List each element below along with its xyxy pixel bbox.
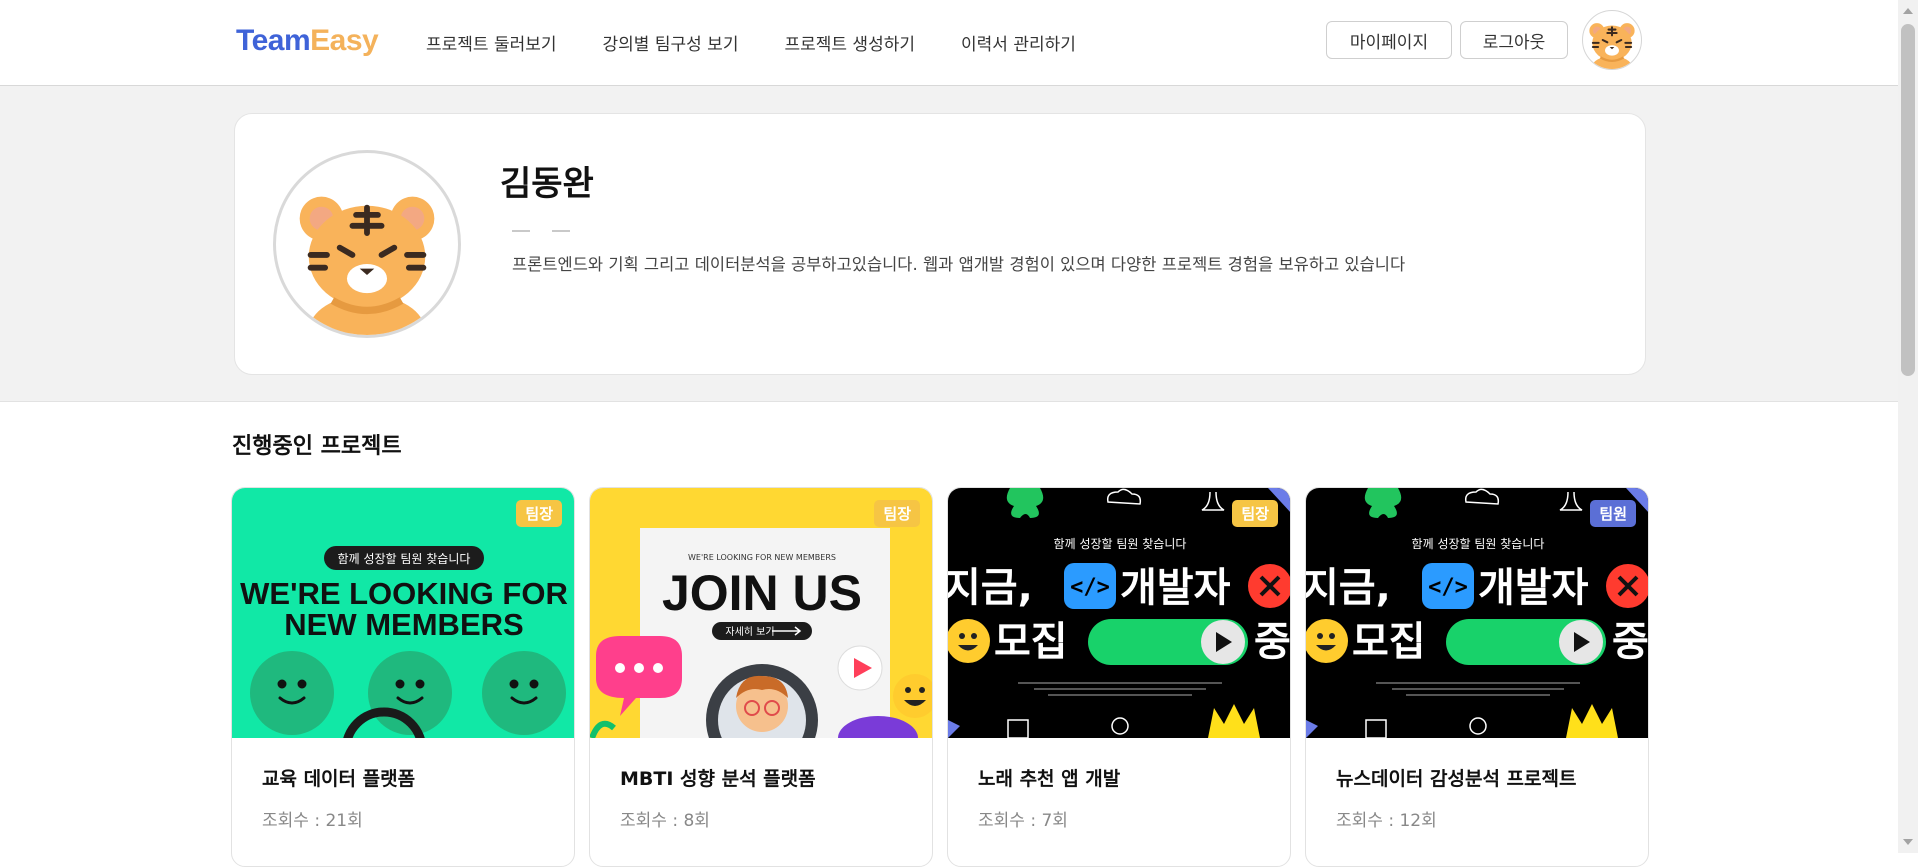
thumb-line1b: 개발자	[1478, 565, 1589, 611]
thumb-line2a: 모집	[1352, 619, 1426, 665]
thumb-line1b: 개발자	[1120, 565, 1231, 611]
scroll-thumb[interactable]	[1901, 24, 1915, 376]
profile-name: 김동완	[500, 164, 594, 204]
logo-easy-text: Easy	[310, 24, 379, 57]
tiger-avatar-icon	[273, 150, 461, 338]
svg-text:</>: </>	[1070, 575, 1110, 600]
project-title: 노래 추천 앱 개발	[978, 768, 1121, 790]
role-badge: 팀원	[1590, 500, 1636, 527]
scroll-up-arrow-icon[interactable]	[1903, 8, 1913, 14]
profile-bio: 프론트엔드와 기획 그리고 데이터분석을 공부하고있습니다. 웹과 앱개발 경험…	[512, 255, 1406, 274]
logo-team-text: Team	[236, 24, 311, 57]
project-views: 조회수 : 7회	[978, 811, 1068, 831]
role-badge: 팀장	[516, 500, 562, 527]
thumb-line1a: 지금,	[948, 565, 1033, 611]
main-nav: 프로젝트 둘러보기 강의별 팀구성 보기 프로젝트 생성하기 이력서 관리하기	[426, 30, 1076, 55]
svg-text:</>: </>	[1428, 575, 1468, 600]
project-title: MBTI 성향 분석 플랫폼	[620, 768, 816, 790]
project-card[interactable]: 함께 성장할 팀원 찾습니다 지금, </> 개발자 모집 중	[1305, 487, 1649, 867]
nav-browse-projects[interactable]: 프로젝트 둘러보기	[426, 30, 557, 55]
role-badge: 팀장	[874, 500, 920, 527]
logo[interactable]: TeamEasy	[236, 24, 379, 58]
thumb-headline-1: WE'RE LOOKING FOR	[240, 576, 568, 611]
nav-create-project[interactable]: 프로젝트 생성하기	[784, 30, 915, 55]
thumb-top-text: 함께 성장할 팀원 찾습니다	[1054, 537, 1187, 551]
project-views: 조회수 : 8회	[620, 811, 710, 831]
thumb-top-text: 함께 성장할 팀원 찾습니다	[1412, 537, 1545, 551]
thumb-button-text: 자세히 보기	[725, 626, 774, 638]
project-views: 조회수 : 12회	[1336, 811, 1437, 831]
profile-section: 김동완 프론트엔드와 기획 그리고 데이터분석을 공부하고있습니다. 웹과 앱개…	[0, 86, 1898, 402]
project-card[interactable]: WE'RE LOOKING FOR NEW MEMBERS JOIN US 자세…	[589, 487, 933, 867]
thumb-pill-text: 함께 성장할 팀원 찾습니다	[338, 552, 471, 566]
mypage-button[interactable]: 마이페이지	[1326, 21, 1452, 59]
scroll-down-arrow-icon[interactable]	[1903, 839, 1913, 845]
project-card[interactable]: 함께 성장할 팀원 찾습니다 지금, </> 개발자 모집 중	[947, 487, 1291, 867]
tiger-avatar-icon[interactable]	[1582, 10, 1642, 70]
name-divider	[512, 230, 570, 232]
thumb-headline-2: NEW MEMBERS	[284, 607, 523, 642]
thumb-small-text: WE'RE LOOKING FOR NEW MEMBERS	[688, 553, 836, 562]
nav-manage-resume[interactable]: 이력서 관리하기	[961, 30, 1076, 55]
nav-team-by-course[interactable]: 강의별 팀구성 보기	[603, 30, 739, 55]
thumb-line1a: 지금,	[1306, 565, 1391, 611]
project-title: 뉴스데이터 감성분석 프로젝트	[1336, 768, 1577, 790]
thumb-line2b: 중	[1612, 619, 1649, 665]
thumb-line2a: 모집	[994, 619, 1068, 665]
profile-card: 김동완 프론트엔드와 기획 그리고 데이터분석을 공부하고있습니다. 웹과 앱개…	[234, 113, 1646, 375]
project-card[interactable]: 함께 성장할 팀원 찾습니다 WE'RE LOOKING FOR NEW MEM…	[231, 487, 575, 867]
logout-button[interactable]: 로그아웃	[1460, 21, 1568, 59]
ongoing-projects-title: 진행중인 프로젝트	[232, 434, 402, 459]
thumb-line2b: 중	[1254, 619, 1291, 665]
role-badge: 팀장	[1232, 500, 1278, 527]
project-views: 조회수 : 21회	[262, 811, 363, 831]
project-title: 교육 데이터 플랫폼	[262, 768, 416, 790]
top-header: TeamEasy 프로젝트 둘러보기 강의별 팀구성 보기 프로젝트 생성하기 …	[0, 0, 1898, 86]
thumb-headline: JOIN US	[662, 565, 862, 621]
page-scrollbar[interactable]	[1898, 0, 1918, 853]
